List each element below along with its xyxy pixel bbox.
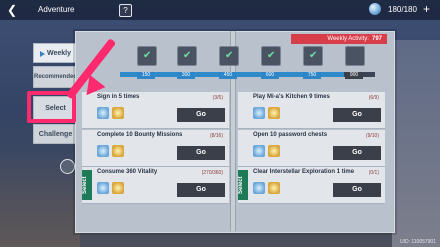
side-menu-icon[interactable] bbox=[60, 159, 75, 174]
task-row: Clear Interstellar Exploration 1 time (0… bbox=[238, 167, 385, 204]
reward-icon bbox=[253, 145, 265, 157]
milestone-reward-icon[interactable]: ✔ bbox=[219, 46, 239, 66]
help-button[interactable]: ? bbox=[119, 4, 132, 17]
reward-icon bbox=[268, 182, 280, 194]
top-bar: ❮ Adventure ? 180/180 + bbox=[0, 0, 440, 20]
task-progress: (0/1) bbox=[368, 170, 379, 176]
task-row: Sign in 5 times (3/5) Go bbox=[82, 92, 229, 129]
milestone-reward-icon[interactable]: ✔ bbox=[177, 46, 197, 66]
task-row: Complete 10 Bounty Missions (8/16) Go bbox=[82, 130, 229, 167]
reward-icon bbox=[112, 182, 124, 194]
milestone-reward-icon[interactable]: ✔ bbox=[137, 46, 157, 66]
task-progress: (6/9) bbox=[368, 95, 379, 101]
task-row: Consume 360 Vitality (270/360) Go bbox=[82, 167, 229, 204]
tab-weekly[interactable]: Weekly bbox=[33, 43, 78, 63]
task-row: Open 10 password chests (9/10) Go bbox=[238, 130, 385, 167]
task-row: Play Mi-a's Kitchen 9 times (6/9) Go bbox=[238, 92, 385, 129]
milestone-label: 300 bbox=[177, 72, 195, 79]
add-currency-button[interactable]: + bbox=[423, 2, 430, 16]
go-button[interactable]: Go bbox=[177, 108, 225, 122]
task-title: Open 10 password chests bbox=[253, 132, 328, 138]
reward-icon bbox=[97, 182, 109, 194]
crystal-icon bbox=[369, 3, 381, 15]
section-label-select-right: Select bbox=[238, 170, 248, 200]
reward-icon bbox=[112, 107, 124, 119]
reward-icon bbox=[97, 145, 109, 157]
reward-icon bbox=[253, 182, 265, 194]
back-arrow-icon[interactable]: ❮ bbox=[7, 4, 19, 16]
milestone-reward-icon[interactable]: ✔ bbox=[303, 46, 323, 66]
weekly-activity-label: Weekly Activity: bbox=[327, 36, 369, 42]
uid-label: UID: 110057901 bbox=[399, 239, 436, 245]
go-button[interactable]: Go bbox=[333, 183, 381, 197]
tab-recommended[interactable]: Recommended bbox=[33, 66, 78, 88]
task-progress: (3/5) bbox=[212, 95, 223, 101]
milestone-label: 900 bbox=[345, 72, 363, 79]
activity-progress-bar bbox=[120, 72, 375, 77]
task-title: Clear Interstellar Exploration 1 time bbox=[253, 169, 355, 175]
task-title: Complete 10 Bounty Missions bbox=[97, 132, 183, 138]
milestone-reward-icon[interactable] bbox=[345, 46, 365, 66]
task-title: Consume 360 Vitality bbox=[97, 169, 158, 175]
page-title: Adventure bbox=[38, 5, 75, 14]
reward-icon bbox=[268, 145, 280, 157]
reward-icon bbox=[268, 107, 280, 119]
task-progress: (270/360) bbox=[201, 170, 223, 176]
milestone-reward-icon[interactable]: ✔ bbox=[261, 46, 281, 66]
reward-icon bbox=[253, 107, 265, 119]
go-button[interactable]: Go bbox=[177, 183, 225, 197]
task-progress: (9/10) bbox=[365, 133, 379, 139]
milestone-label: 600 bbox=[261, 72, 279, 79]
currency-value: 180/180 bbox=[388, 5, 417, 14]
weekly-activity-value: 797 bbox=[371, 36, 382, 42]
milestone-label: 450 bbox=[219, 72, 237, 79]
go-button[interactable]: Go bbox=[333, 108, 381, 122]
milestone-label: 750 bbox=[303, 72, 321, 79]
task-progress: (8/16) bbox=[209, 133, 223, 139]
task-title: Play Mi-a's Kitchen 9 times bbox=[253, 94, 330, 100]
reward-icon bbox=[97, 107, 109, 119]
reward-icon bbox=[112, 145, 124, 157]
task-title: Sign in 5 times bbox=[97, 94, 140, 100]
milestone-label: 150 bbox=[137, 72, 155, 79]
section-label-select: Select bbox=[82, 170, 92, 200]
go-button[interactable]: Go bbox=[333, 146, 381, 160]
weekly-activity-badge: Weekly Activity: 797 bbox=[291, 34, 387, 44]
background-scene-right bbox=[392, 40, 440, 247]
tab-challenge[interactable]: Challenge bbox=[33, 124, 78, 144]
go-button[interactable]: Go bbox=[177, 146, 225, 160]
